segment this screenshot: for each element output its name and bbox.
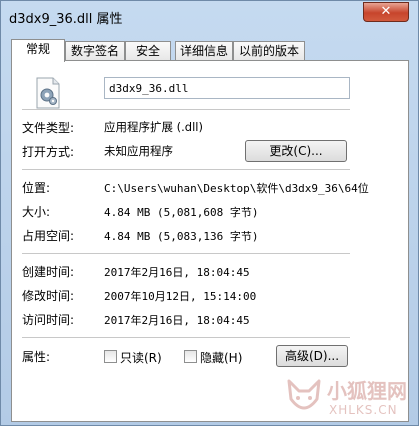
hidden-label[interactable]: 隐藏(H) (200, 349, 242, 366)
separator (22, 253, 350, 254)
separator (22, 109, 350, 110)
tab-general[interactable]: 常规 (11, 39, 65, 62)
file-type-value: 应用程序扩展 (.dll) (104, 120, 203, 134)
location-value: C:\Users\wuhan\Desktop\软件\d3dx9_36\64位 (104, 182, 369, 195)
location-label: 位置: (22, 181, 51, 195)
change-button[interactable]: 更改(C)... (245, 140, 347, 162)
size-on-disk-label: 占用空间: (22, 229, 75, 243)
window-title: d3dx9_36.dll 属性 (9, 12, 123, 27)
readonly-label[interactable]: 只读(R) (120, 349, 162, 366)
tab-previous-versions[interactable]: 以前的版本 (233, 41, 305, 61)
size-label: 大小: (22, 205, 51, 219)
advanced-button[interactable]: 高级(D)... (276, 345, 348, 367)
separator (22, 169, 350, 170)
tab-details[interactable]: 详细信息 (175, 41, 233, 61)
accessed-label: 访问时间: (22, 313, 75, 327)
tab-security[interactable]: 安全 (125, 41, 171, 61)
file-name-input[interactable]: d3dx9_36.dll (104, 77, 350, 99)
close-button[interactable]: ✕ (363, 2, 409, 22)
site-watermark: 小狐狸网 XHLKS.CN (283, 373, 417, 423)
fox-logo-icon (287, 379, 321, 410)
created-label: 创建时间: (22, 265, 75, 279)
watermark-text: 小狐狸网 (327, 379, 407, 403)
tab-strip: 常规 数字签名 安全 详细信息 以前的版本 (11, 39, 411, 62)
size-value: 4.84 MB (5,081,608 字节) (104, 206, 259, 219)
modified-value: 2007年10月12日, 15:14:00 (104, 290, 257, 303)
separator (22, 337, 350, 338)
file-type-label: 文件类型: (22, 121, 75, 135)
hidden-checkbox[interactable] (184, 350, 197, 363)
properties-window: d3dx9_36.dll 属性 ✕ 常规 数字签名 安全 详细信息 以前的版本 … (0, 0, 419, 426)
title-bar[interactable]: d3dx9_36.dll 属性 ✕ (1, 1, 418, 31)
size-on-disk-value: 4.84 MB (5,083,136 字节) (104, 230, 259, 243)
open-with-label: 打开方式: (22, 145, 75, 159)
watermark-url: XHLKS.CN (329, 403, 398, 417)
open-with-value: 未知应用程序 (104, 144, 173, 158)
readonly-checkbox[interactable] (104, 350, 117, 363)
accessed-value: 2017年2月16日, 18:04:45 (104, 314, 250, 327)
dll-file-icon (36, 77, 60, 109)
attributes-label: 属性: (22, 350, 51, 364)
modified-label: 修改时间: (22, 289, 75, 303)
created-value: 2017年2月16日, 18:04:45 (104, 266, 250, 279)
tab-digital-signatures[interactable]: 数字签名 (65, 41, 125, 61)
general-panel: d3dx9_36.dll 文件类型: 应用程序扩展 (.dll) 打开方式: 未… (11, 60, 409, 422)
